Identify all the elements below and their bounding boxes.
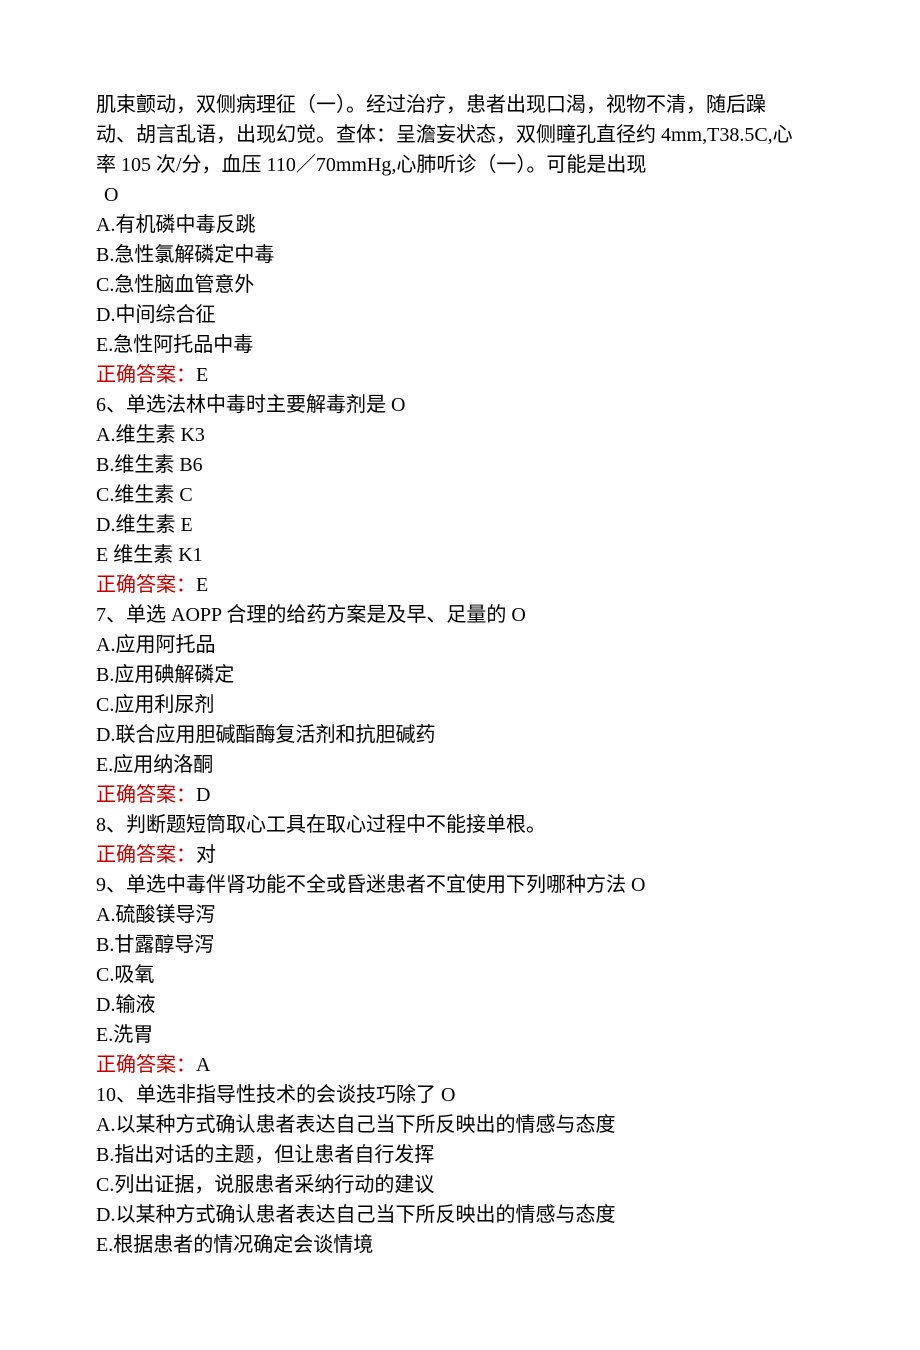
q10-option-c: C.列出证据，说服患者采纳行动的建议 <box>96 1170 824 1200</box>
q6-stem: 6、单选法林中毒时主要解毒剂是 O <box>96 390 824 420</box>
q5-stem-line-3: 率 105 次/分，血压 110／70mmHg,心肺听诊（一）。可能是出现 <box>96 150 824 180</box>
q5-answer-value: E <box>196 364 208 386</box>
q5-stem-tail: O <box>104 180 824 210</box>
q7-answer: 正确答案：D <box>96 780 824 810</box>
q9-option-a: A.硫酸镁导泻 <box>96 900 824 930</box>
q9-option-b: B.甘露醇导泻 <box>96 930 824 960</box>
q7-stem: 7、单选 AOPP 合理的给药方案是及早、足量的 O <box>96 600 824 630</box>
q7-option-b: B.应用碘解磷定 <box>96 660 824 690</box>
q7-answer-value: D <box>196 784 210 806</box>
q9-answer-value: A <box>196 1054 210 1076</box>
q6-option-d: D.维生素 E <box>96 510 824 540</box>
q7-answer-label: 正确答案： <box>96 784 196 806</box>
q8-stem: 8、判断题短筒取心工具在取心过程中不能接单根。 <box>96 810 824 840</box>
q7-option-d: D.联合应用胆碱酯酶复活剂和抗胆碱药 <box>96 720 824 750</box>
q9-answer-label: 正确答案： <box>96 1054 196 1076</box>
q7-option-e: E.应用纳洛酮 <box>96 750 824 780</box>
q5-option-a: A.有机磷中毒反跳 <box>96 210 824 240</box>
q6-option-a: A.维生素 K3 <box>96 420 824 450</box>
q9-option-d: D.输液 <box>96 990 824 1020</box>
q10-option-d: D.以某种方式确认患者表达自己当下所反映出的情感与态度 <box>96 1200 824 1230</box>
q5-stem-line-1: 肌束颤动，双侧病理征（一）。经过治疗，患者出现口渴，视物不清，随后躁 <box>96 90 824 120</box>
q5-option-b: B.急性氯解磷定中毒 <box>96 240 824 270</box>
q9-answer: 正确答案：A <box>96 1050 824 1080</box>
q9-stem: 9、单选中毒伴肾功能不全或昏迷患者不宜使用下列哪种方法 O <box>96 870 824 900</box>
q10-option-b: B.指出对话的主题，但让患者自行发挥 <box>96 1140 824 1170</box>
q5-stem-line-2: 动、胡言乱语，出现幻觉。查体：呈澹妄状态，双侧瞳孔直径约 4mm,T38.5C,… <box>96 120 824 150</box>
q7-option-a: A.应用阿托品 <box>96 630 824 660</box>
q7-option-c: C.应用利尿剂 <box>96 690 824 720</box>
q6-option-e: E 维生素 K1 <box>96 540 824 570</box>
q10-option-a: A.以某种方式确认患者表达自己当下所反映出的情感与态度 <box>96 1110 824 1140</box>
q5-option-d: D.中间综合征 <box>96 300 824 330</box>
q9-option-e: E.洗胃 <box>96 1020 824 1050</box>
q10-stem: 10、单选非指导性技术的会谈技巧除了 O <box>96 1080 824 1110</box>
q6-answer: 正确答案：E <box>96 570 824 600</box>
q6-answer-label: 正确答案： <box>96 574 196 596</box>
q6-option-b: B.维生素 B6 <box>96 450 824 480</box>
q6-option-c: C.维生素 C <box>96 480 824 510</box>
q5-answer: 正确答案：E <box>96 360 824 390</box>
q5-option-c: C.急性脑血管意外 <box>96 270 824 300</box>
q9-option-c: C.吸氧 <box>96 960 824 990</box>
q8-answer: 正确答案：对 <box>96 840 824 870</box>
q5-answer-label: 正确答案： <box>96 364 196 386</box>
q5-option-e: E.急性阿托品中毒 <box>96 330 824 360</box>
q8-answer-label: 正确答案： <box>96 844 196 866</box>
q8-answer-value: 对 <box>196 844 216 866</box>
q10-option-e: E.根据患者的情况确定会谈情境 <box>96 1230 824 1260</box>
q6-answer-value: E <box>196 574 208 596</box>
